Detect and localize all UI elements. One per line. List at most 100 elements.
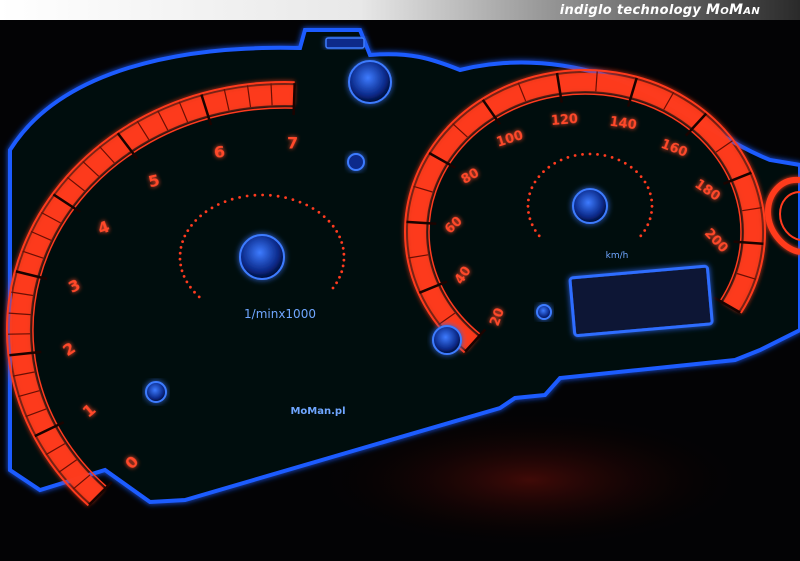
header-caption: indiglo technology MoMan bbox=[560, 2, 760, 18]
tachometer-inner-dot bbox=[335, 281, 338, 285]
tachometer-inner-dot bbox=[276, 194, 280, 198]
tachometer-inner-dot bbox=[338, 275, 341, 279]
speedometer-inner-dot bbox=[639, 175, 643, 179]
speedometer-inner-dot bbox=[650, 198, 653, 202]
tachometer-inner-dot bbox=[178, 257, 182, 261]
tachometer-inner-dot bbox=[305, 203, 309, 207]
speedometer-inner-dot bbox=[639, 234, 643, 238]
tachometer-inner-dot bbox=[284, 196, 287, 200]
tachometer-inner-dot bbox=[190, 224, 193, 227]
tachometer-inner-dot bbox=[193, 290, 196, 294]
speedometer-inner-dot bbox=[542, 170, 545, 174]
tachometer-inner-dot bbox=[230, 197, 234, 201]
dashboard-photo: indiglo technology MoMan 0 1 2 3 4 5 6 7… bbox=[0, 0, 800, 561]
speedometer-inner-dot bbox=[635, 170, 638, 174]
speedometer-inner-dot bbox=[559, 158, 563, 162]
speedometer-inner-dot bbox=[533, 229, 537, 232]
tachometer-inner-dot bbox=[340, 270, 344, 274]
speedometer-inner-dot bbox=[547, 165, 551, 169]
tachometer-inner-dot bbox=[181, 240, 185, 244]
tachometer-inner-dot bbox=[204, 210, 208, 214]
tachometer-inner-dot bbox=[253, 193, 257, 197]
speedometer-inner-dot bbox=[533, 180, 537, 184]
odometer-display bbox=[568, 264, 714, 338]
tachometer-inner-dot bbox=[223, 200, 227, 204]
tachometer-inner-dot bbox=[261, 193, 264, 197]
trip-reset-button bbox=[432, 325, 462, 355]
speedometer-inner-dot bbox=[573, 154, 577, 157]
speedometer-inner-dot bbox=[588, 152, 592, 156]
header-bar: indiglo technology MoMan bbox=[0, 0, 800, 20]
speedometer-inner-dot bbox=[646, 186, 650, 190]
speedometer-inner-dot bbox=[623, 161, 627, 165]
tachometer-inner-dot bbox=[199, 214, 203, 218]
tachometer-inner-dot bbox=[182, 275, 186, 278]
tachometer-inner-dot bbox=[327, 219, 331, 223]
tachometer-inner-dot bbox=[342, 258, 346, 262]
speedometer-inner-dot bbox=[527, 211, 530, 214]
tachometer-inner-dot bbox=[238, 196, 242, 199]
speedometer-inner-dot bbox=[617, 158, 621, 162]
tachometer-needle-hub bbox=[239, 234, 285, 280]
indicator-dot-upper bbox=[347, 153, 365, 171]
tachometer-inner-dot bbox=[216, 203, 220, 206]
tachometer-label: 7 bbox=[287, 134, 298, 153]
tachometer-inner-dot bbox=[178, 251, 182, 255]
speedometer-inner-dot bbox=[526, 204, 530, 208]
speedometer-inner-dot bbox=[530, 223, 534, 227]
speedometer-needle-hub bbox=[572, 188, 608, 224]
speedometer-inner-dot bbox=[646, 223, 650, 227]
header-tagline: indiglo technology bbox=[559, 3, 702, 18]
tachometer-label: 6 bbox=[213, 142, 226, 162]
tachometer-inner-dot bbox=[179, 263, 183, 267]
tachometer-inner-dot bbox=[331, 286, 335, 290]
speedometer-inner-dot bbox=[581, 153, 584, 156]
tachometer-inner-dot bbox=[269, 193, 272, 197]
tachometer-inner-dot bbox=[331, 224, 335, 228]
tachometer-inner-dot bbox=[338, 235, 341, 239]
speedometer-inner-dot bbox=[629, 165, 633, 169]
instrument-cluster: 0123456 7 1/minx1000 20406080100120 140160… bbox=[6, 28, 800, 550]
tachometer-inner-dot bbox=[322, 215, 326, 219]
tachometer-unit: 1/minx1000 bbox=[244, 307, 316, 321]
speedometer-inner-dot bbox=[528, 217, 532, 221]
tachometer-major-tick bbox=[292, 83, 296, 116]
tachometer-inner-dot bbox=[341, 246, 345, 250]
indicator-dot-right bbox=[536, 304, 552, 320]
tachometer-inner-dot bbox=[197, 295, 201, 299]
tachometer-inner-dot bbox=[245, 194, 249, 198]
watermark-label: MoMan.pl bbox=[290, 406, 345, 417]
speedometer-inner-dot bbox=[527, 198, 530, 202]
speedometer-inner-dot bbox=[648, 217, 652, 221]
tachometer-inner-dot bbox=[180, 269, 184, 273]
indicator-dot-left bbox=[145, 381, 167, 403]
speedometer-inner-dot bbox=[566, 156, 570, 159]
top-clip bbox=[325, 37, 365, 49]
tachometer-inner-dot bbox=[317, 210, 321, 214]
tachometer-inner-dot bbox=[342, 252, 346, 256]
speedometer-inner-dot bbox=[537, 175, 541, 179]
speedometer-inner-dot bbox=[643, 229, 647, 232]
speedometer-inner-dot bbox=[648, 192, 652, 196]
speedometer-inner-dot bbox=[650, 204, 654, 208]
tachometer-inner-dot bbox=[210, 206, 214, 210]
tachometer-inner-dot bbox=[183, 234, 187, 238]
speedometer-inner-dot bbox=[553, 161, 557, 165]
tachometer-inner-dot bbox=[179, 246, 183, 249]
header-brand: MoMan bbox=[706, 2, 760, 18]
speedometer-unit: km/h bbox=[606, 251, 629, 261]
tachometer-inner-dot bbox=[291, 198, 295, 202]
speedometer-inner-dot bbox=[650, 211, 653, 214]
speedometer-label: 120 bbox=[550, 112, 578, 129]
tachometer-inner-dot bbox=[185, 280, 189, 284]
tachometer-inner-dot bbox=[186, 229, 190, 233]
speedometer-inner-dot bbox=[537, 234, 541, 238]
tachometer-inner-dot bbox=[335, 230, 339, 233]
tachometer-inner-dot bbox=[311, 207, 315, 210]
warning-lamp-top bbox=[348, 60, 392, 104]
speedometer-inner-dot bbox=[530, 186, 534, 190]
tachometer-inner-dot bbox=[189, 285, 192, 289]
speedometer-inner-dot bbox=[643, 180, 647, 184]
speedometer-inner-dot bbox=[610, 156, 614, 159]
speedometer-inner-dot bbox=[528, 192, 532, 196]
